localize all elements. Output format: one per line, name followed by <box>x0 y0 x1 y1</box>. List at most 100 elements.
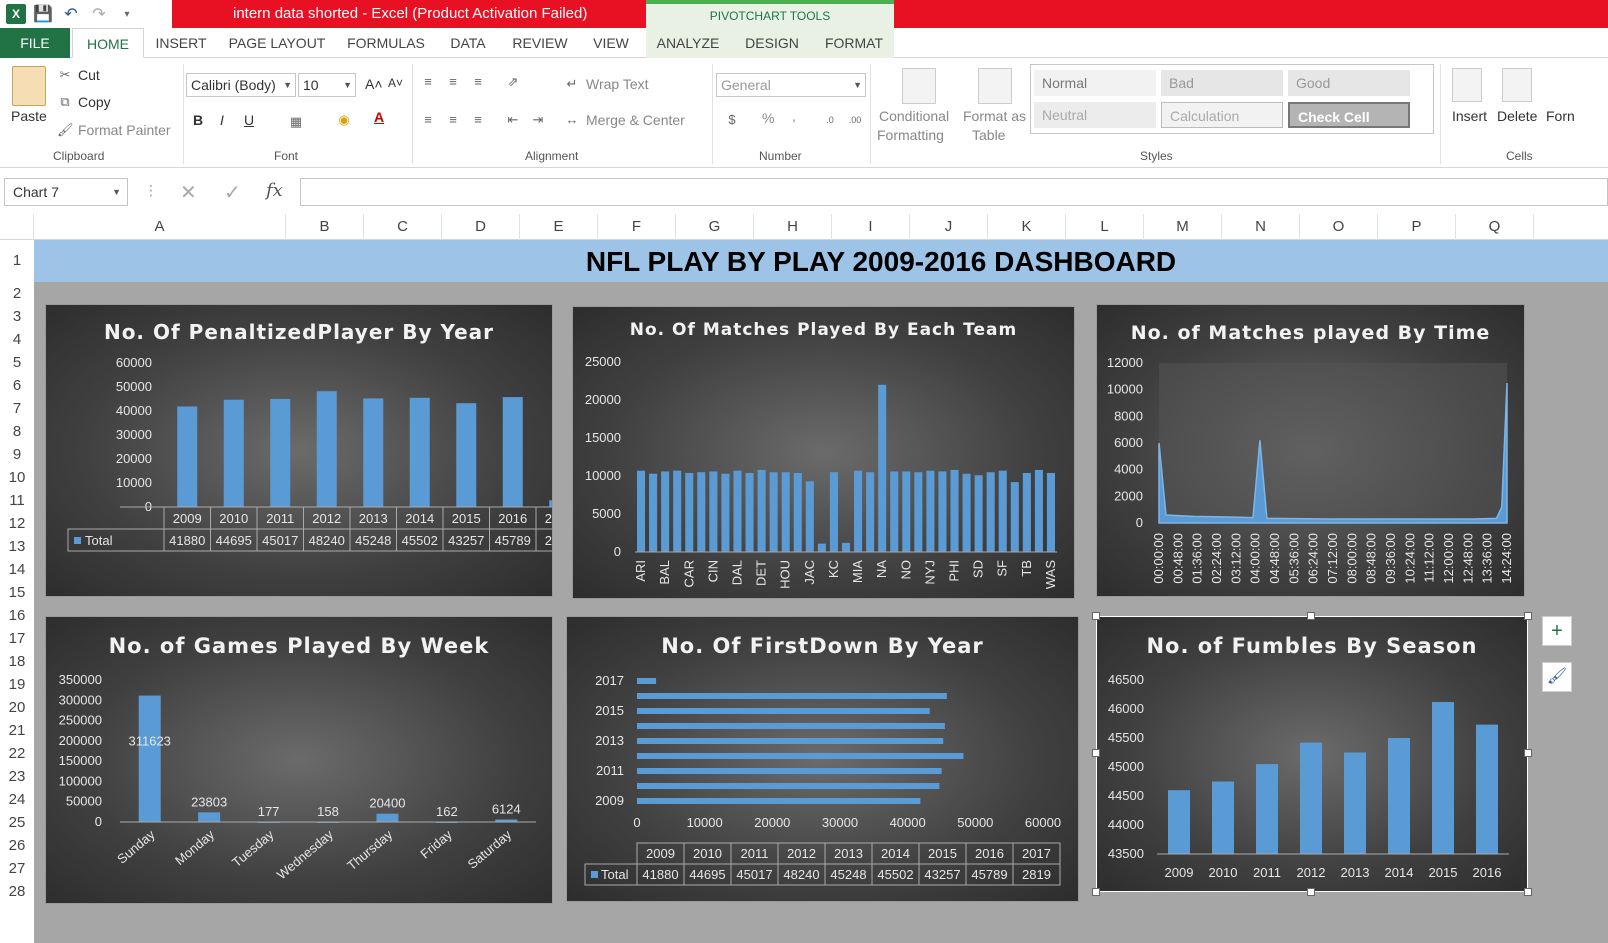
column-header[interactable]: Q <box>1456 214 1534 240</box>
row-header[interactable]: 22 <box>0 742 34 765</box>
increase-font-icon[interactable]: A˄ <box>365 76 383 92</box>
select-all-corner[interactable] <box>0 214 34 240</box>
style-normal[interactable]: Normal <box>1034 70 1156 96</box>
resize-handle[interactable] <box>1092 749 1100 757</box>
row-header[interactable]: 15 <box>0 581 34 604</box>
save-icon[interactable]: 💾 <box>32 3 54 25</box>
delete-cells-button[interactable]: Delete <box>1497 108 1537 124</box>
column-header[interactable]: E <box>520 214 598 240</box>
row-header[interactable]: 20 <box>0 696 34 719</box>
align-right-icon[interactable]: ≡ <box>470 112 486 128</box>
resize-handle[interactable] <box>1524 749 1532 757</box>
increase-indent-icon[interactable]: ⇥ <box>530 112 546 128</box>
format-cells-button[interactable]: Forn <box>1546 108 1575 124</box>
column-header[interactable]: D <box>442 214 520 240</box>
comma-button[interactable]: , <box>792 108 796 124</box>
row-header[interactable]: 9 <box>0 443 34 466</box>
italic-button[interactable]: I <box>220 112 224 128</box>
orientation-icon[interactable]: ⇗ <box>505 74 521 90</box>
row-header[interactable]: 17 <box>0 627 34 650</box>
column-header[interactable]: N <box>1222 214 1300 240</box>
row-header[interactable]: 18 <box>0 650 34 673</box>
style-good[interactable]: Good <box>1288 70 1410 96</box>
font-size-combo[interactable]: 10 ▼ <box>298 73 356 97</box>
style-neutral[interactable]: Neutral <box>1034 102 1156 128</box>
row-header[interactable]: 19 <box>0 673 34 696</box>
chart-fumbles-by-season[interactable]: No. of Fumbles By Season 46500 46000 45500 4… <box>1096 616 1528 892</box>
formula-input[interactable] <box>300 178 1608 206</box>
cancel-icon[interactable]: ✕ <box>180 180 197 205</box>
row-header[interactable]: 25 <box>0 811 34 834</box>
chart-games-by-week[interactable]: No. of Games Played By Week 350000 300000 2… <box>45 616 553 904</box>
column-header[interactable]: B <box>286 214 364 240</box>
row-header[interactable]: 23 <box>0 765 34 788</box>
row-header[interactable]: 3 <box>0 305 34 328</box>
more-options-icon[interactable]: ⋮ <box>144 182 158 199</box>
row-header[interactable]: 2 <box>0 282 34 305</box>
column-header[interactable]: P <box>1378 214 1456 240</box>
column-header[interactable]: M <box>1144 214 1222 240</box>
customize-qat-icon[interactable]: ▾ <box>116 3 138 25</box>
format-painter-button[interactable]: Format Painter <box>78 122 171 138</box>
resize-handle[interactable] <box>1307 888 1315 896</box>
align-center-icon[interactable]: ≡ <box>445 112 461 128</box>
column-header[interactable]: J <box>910 214 988 240</box>
resize-handle[interactable] <box>1092 888 1100 896</box>
row-header[interactable]: 27 <box>0 857 34 880</box>
borders-icon[interactable]: ▦ <box>288 114 304 130</box>
chart-matches-by-team[interactable]: No. Of Matches Played By Each Team 25000 2… <box>572 306 1075 599</box>
tab-file[interactable]: FILE <box>0 28 70 58</box>
copy-button[interactable]: Copy <box>78 94 111 110</box>
format-as-table-button[interactable]: Format as <box>963 108 1026 124</box>
tab-page-layout[interactable]: PAGE LAYOUT <box>222 28 332 58</box>
column-header[interactable]: I <box>832 214 910 240</box>
row-header[interactable]: 24 <box>0 788 34 811</box>
resize-handle[interactable] <box>1307 612 1315 620</box>
increase-decimal-icon[interactable]: .0 <box>822 112 838 128</box>
tab-format[interactable]: FORMAT <box>814 28 894 58</box>
decrease-decimal-icon[interactable]: .00 <box>847 112 863 128</box>
number-format-combo[interactable]: General ▼ <box>716 73 866 97</box>
column-header[interactable]: F <box>598 214 676 240</box>
row-header[interactable]: 6 <box>0 374 34 397</box>
font-color-icon[interactable]: A <box>374 109 384 125</box>
row-header[interactable]: 7 <box>0 397 34 420</box>
row-header[interactable]: 5 <box>0 351 34 374</box>
row-header[interactable]: 10 <box>0 466 34 489</box>
column-header[interactable]: K <box>988 214 1066 240</box>
paste-icon[interactable] <box>12 66 46 106</box>
tab-review[interactable]: REVIEW <box>506 28 574 58</box>
enter-icon[interactable]: ✓ <box>224 180 241 205</box>
align-middle-icon[interactable]: ≡ <box>445 74 461 90</box>
decrease-indent-icon[interactable]: ⇤ <box>505 112 521 128</box>
conditional-formatting-button[interactable]: Conditional <box>879 108 949 124</box>
undo-icon[interactable]: ↶ <box>60 3 82 25</box>
row-header[interactable]: 16 <box>0 604 34 627</box>
tab-view[interactable]: VIEW <box>586 28 636 58</box>
column-header[interactable]: O <box>1300 214 1378 240</box>
tab-data[interactable]: DATA <box>442 28 494 58</box>
delete-cells-icon[interactable] <box>1502 68 1532 102</box>
insert-function-button[interactable]: fx <box>266 180 283 201</box>
row-header[interactable]: 14 <box>0 558 34 581</box>
row-header[interactable]: 26 <box>0 834 34 857</box>
tab-design[interactable]: DESIGN <box>730 28 814 58</box>
row-header[interactable]: 1 <box>0 240 34 282</box>
align-top-icon[interactable]: ≡ <box>420 74 436 90</box>
tab-home[interactable]: HOME <box>72 28 144 58</box>
chart-styles-brush-icon[interactable]: 🖌 <box>1542 662 1572 692</box>
align-left-icon[interactable]: ≡ <box>420 112 436 128</box>
tab-formulas[interactable]: FORMULAS <box>340 28 432 58</box>
bold-button[interactable]: B <box>193 112 203 128</box>
row-header[interactable]: 28 <box>0 880 34 903</box>
row-header[interactable]: 13 <box>0 535 34 558</box>
row-header[interactable]: 11 <box>0 489 34 512</box>
column-header[interactable]: H <box>754 214 832 240</box>
align-bottom-icon[interactable]: ≡ <box>470 74 486 90</box>
insert-cells-icon[interactable] <box>1452 68 1482 102</box>
percent-button[interactable]: % <box>762 110 774 126</box>
resize-handle[interactable] <box>1092 612 1100 620</box>
paste-button[interactable]: Paste <box>11 108 47 124</box>
conditional-formatting-icon[interactable] <box>902 68 936 104</box>
style-check-cell[interactable]: Check Cell <box>1288 102 1410 128</box>
